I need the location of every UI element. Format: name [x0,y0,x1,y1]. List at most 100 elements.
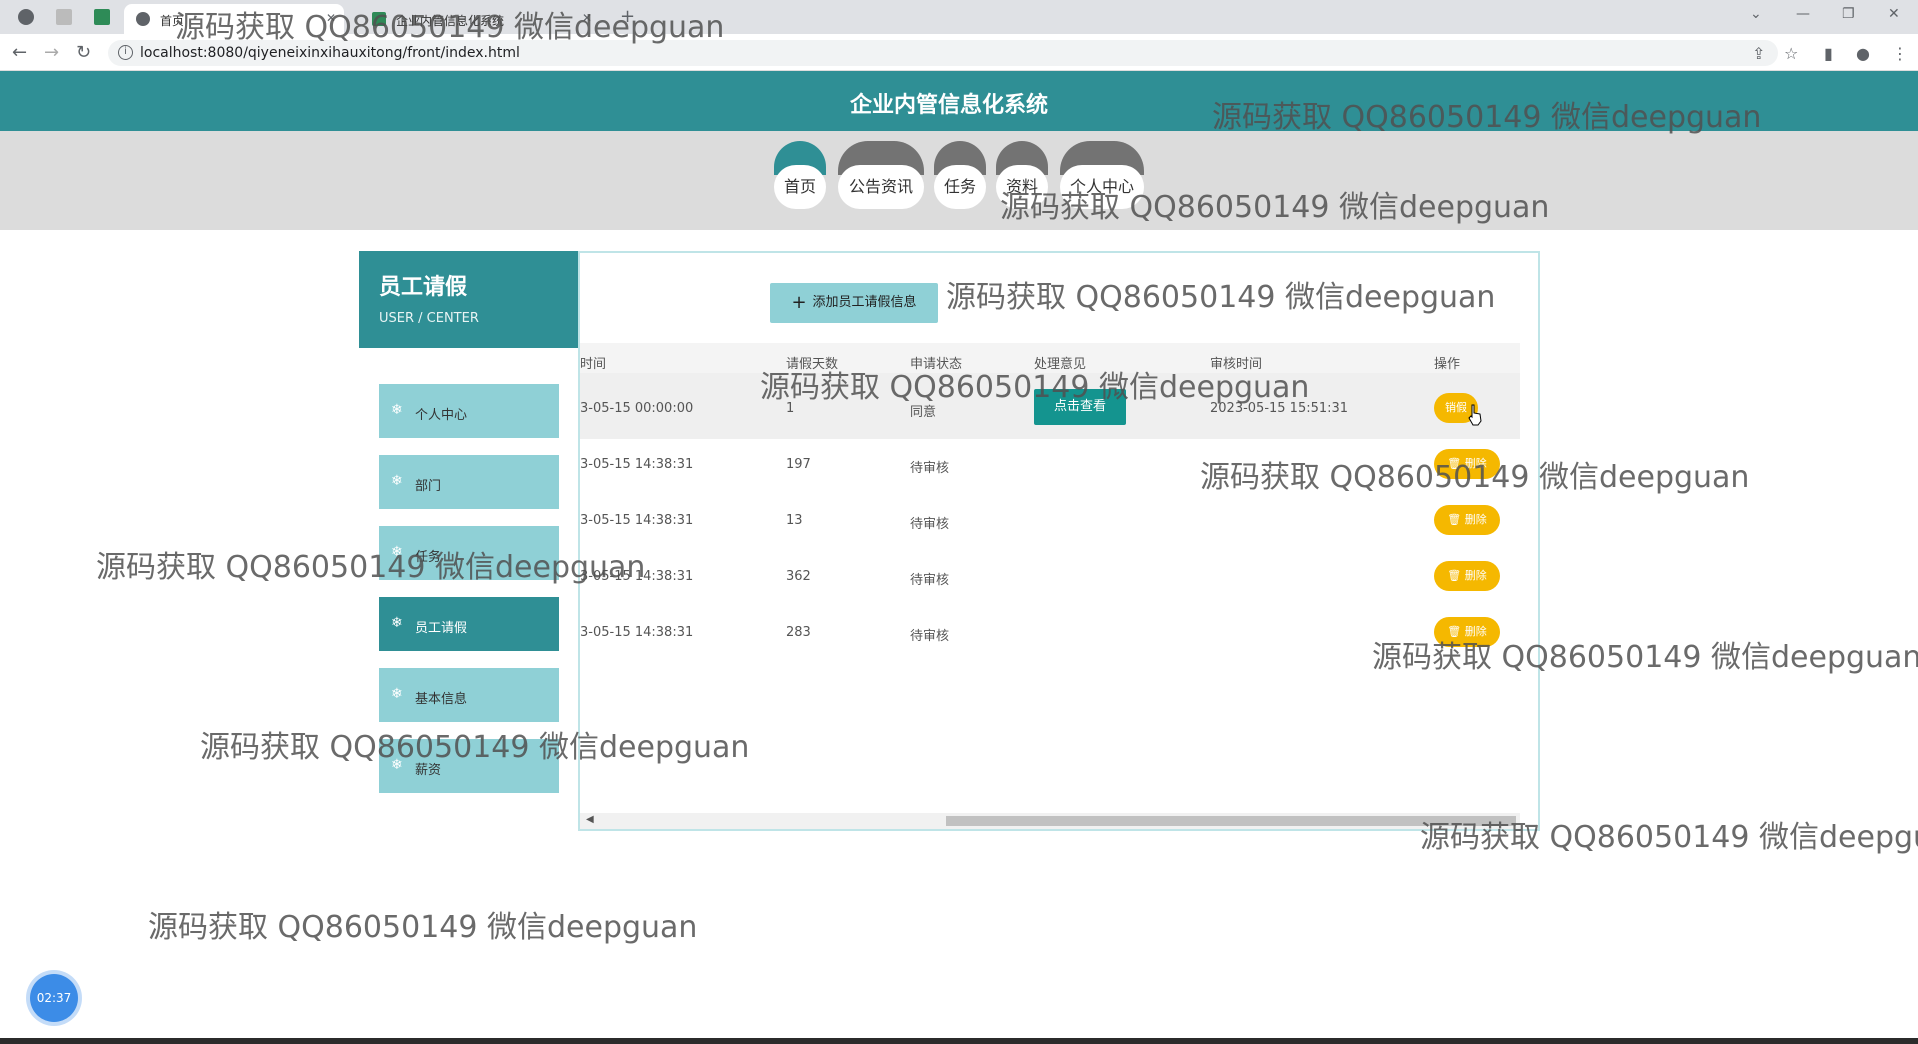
sidebar-item-label: 薪资 [415,763,442,778]
cell-status: 待审核 [910,461,950,476]
delete-button[interactable]: 🗑 删除 [1434,617,1500,647]
minimize-icon[interactable]: — [1796,6,1810,22]
sidebar-item-salary[interactable]: ❄ 薪资 [379,739,559,793]
cell-status: 同意 [910,405,937,420]
page-favicon-icon [136,12,150,26]
vue-icon [372,12,386,26]
column-header-apply-time: 时间 [580,357,607,372]
info-icon[interactable]: i [118,45,133,60]
column-header-audit-time: 审核时间 [1210,357,1263,372]
delete-label: 删除 [1464,569,1487,582]
cell-apply-time: 3-05-15 14:38:31 [580,569,694,584]
taskbar-strip [0,1038,1918,1044]
sidebar-item-label: 个人中心 [415,408,468,423]
delete-label: 删除 [1464,457,1487,470]
sidepanel-icon[interactable]: ▮ [1824,44,1833,63]
vue-icon[interactable] [94,9,110,25]
cell-days: 1 [786,401,795,416]
delete-button[interactable]: 🗑 删除 [1434,505,1500,535]
timer-badge[interactable]: 02:37 [30,974,78,1022]
delete-button[interactable]: 🗑 删除 [1434,561,1500,591]
sidebar-item-user-center[interactable]: ❄ 个人中心 [379,384,559,438]
snowflake-icon: ❄ [391,402,403,418]
browser-tab-bar: 首页 ✕ 企业内管信息化系统 ✕ + ⌄ — ❐ ✕ [0,0,1918,34]
tab-title: 首页 [160,14,185,28]
cell-days: 197 [786,457,811,472]
close-icon[interactable]: ✕ [582,11,592,25]
nav-tasks[interactable]: 任务 [934,141,986,213]
site-title: 企业内管信息化系统 [849,93,1048,118]
delete-button[interactable]: 🗑 删除 [1434,449,1500,479]
snowflake-icon: ❄ [391,615,403,631]
sidebar-subtitle: USER / CENTER [379,311,479,326]
cell-apply-time: 3-05-15 14:38:31 [580,457,694,472]
column-header-status: 申请状态 [910,357,963,372]
scroll-left-icon[interactable]: ◀ [586,814,594,825]
delete-label: 删除 [1464,513,1487,526]
delete-label: 删除 [1464,625,1487,638]
snowflake-icon: ❄ [391,686,403,702]
tab-search-icon[interactable] [56,9,72,25]
forward-icon[interactable]: → [44,42,59,63]
cell-status: 待审核 [910,629,950,644]
plus-icon: + [791,292,807,313]
cell-days: 13 [786,513,803,528]
nav-label: 个人中心 [1060,165,1144,209]
chevron-down-icon[interactable]: ⌄ [1750,6,1762,22]
sidebar-item-label: 部门 [415,479,442,494]
cell-status: 待审核 [910,573,950,588]
url-field[interactable]: i localhost:8080/qiyeneixinxihauxitong/f… [108,40,1778,66]
restore-icon[interactable]: ❐ [1842,6,1855,22]
address-bar: ← → ↻ i localhost:8080/qiyeneixinxihauxi… [0,34,1918,71]
scrollbar-thumb[interactable] [946,816,1516,826]
bookmark-star-icon[interactable]: ☆ [1784,44,1798,63]
cell-apply-time: 3-05-15 00:00:00 [580,401,694,416]
tab-title: 企业内管信息化系统 [396,14,505,28]
column-header-actions: 操作 [1434,357,1461,372]
cell-days: 283 [786,625,811,640]
snowflake-icon: ❄ [391,473,403,489]
horizontal-scrollbar[interactable]: ◀ [580,813,1520,829]
leave-panel: + 添加员工请假信息 时间 请假天数 申请状态 处理意见 审核时间 操作 3-05… [578,251,1540,831]
cell-status: 待审核 [910,517,950,532]
menu-icon[interactable]: ⋮ [1892,44,1908,63]
watermark-text: 源码获取 QQ86050149 微信deepguan [148,910,698,945]
share-icon[interactable]: ⇪ [1752,44,1765,63]
browser-tab-home[interactable]: 首页 ✕ [124,4,344,34]
view-opinion-button[interactable]: 点击查看 [1034,389,1126,425]
reload-icon[interactable]: ↻ [76,42,91,63]
column-header-days: 请假天数 [786,357,839,372]
nav-label: 首页 [774,165,826,209]
column-header-opinion: 处理意见 [1034,357,1087,372]
cell-audit-time: 2023-05-15 15:51:31 [1210,401,1349,416]
sidebar-item-basic-info[interactable]: ❄ 基本信息 [379,668,559,722]
nav-label: 公告资讯 [838,165,924,209]
close-icon[interactable]: ✕ [326,11,336,25]
nav-user-center[interactable]: 个人中心 [1060,141,1144,213]
hand-cursor-icon [1468,404,1482,426]
nav-home[interactable]: 首页 [774,141,826,213]
close-window-icon[interactable]: ✕ [1888,6,1900,22]
sidebar-item-label: 任务 [415,550,442,565]
cell-apply-time: 3-05-15 14:38:31 [580,513,694,528]
new-tab-icon[interactable]: + [620,6,635,27]
profile-icon[interactable]: ● [1856,44,1870,63]
nav-materials[interactable]: 资料 [996,141,1048,213]
top-nav: 首页 公告资讯 任务 资料 个人中心 [0,131,1918,230]
snowflake-icon: ❄ [391,757,403,773]
back-icon[interactable]: ← [12,42,27,63]
add-leave-label: 添加员工请假信息 [812,295,917,310]
add-leave-button[interactable]: + 添加员工请假信息 [770,283,938,323]
browser-app-icon[interactable] [18,9,34,25]
snowflake-icon: ❄ [391,544,403,560]
sidebar-item-label: 员工请假 [415,621,468,636]
nav-label: 资料 [996,165,1048,209]
browser-tab-system[interactable]: 企业内管信息化系统 ✕ [360,4,600,34]
nav-announcements[interactable]: 公告资讯 [838,141,924,213]
sidebar-item-department[interactable]: ❄ 部门 [379,455,559,509]
cell-days: 362 [786,569,811,584]
url-text: localhost:8080/qiyeneixinxihauxitong/fro… [140,45,520,61]
sidebar-item-tasks[interactable]: ❄ 任务 [379,526,559,580]
sidebar-item-leave[interactable]: ❄ 员工请假 [379,597,559,651]
sidebar-item-label: 基本信息 [415,692,468,707]
